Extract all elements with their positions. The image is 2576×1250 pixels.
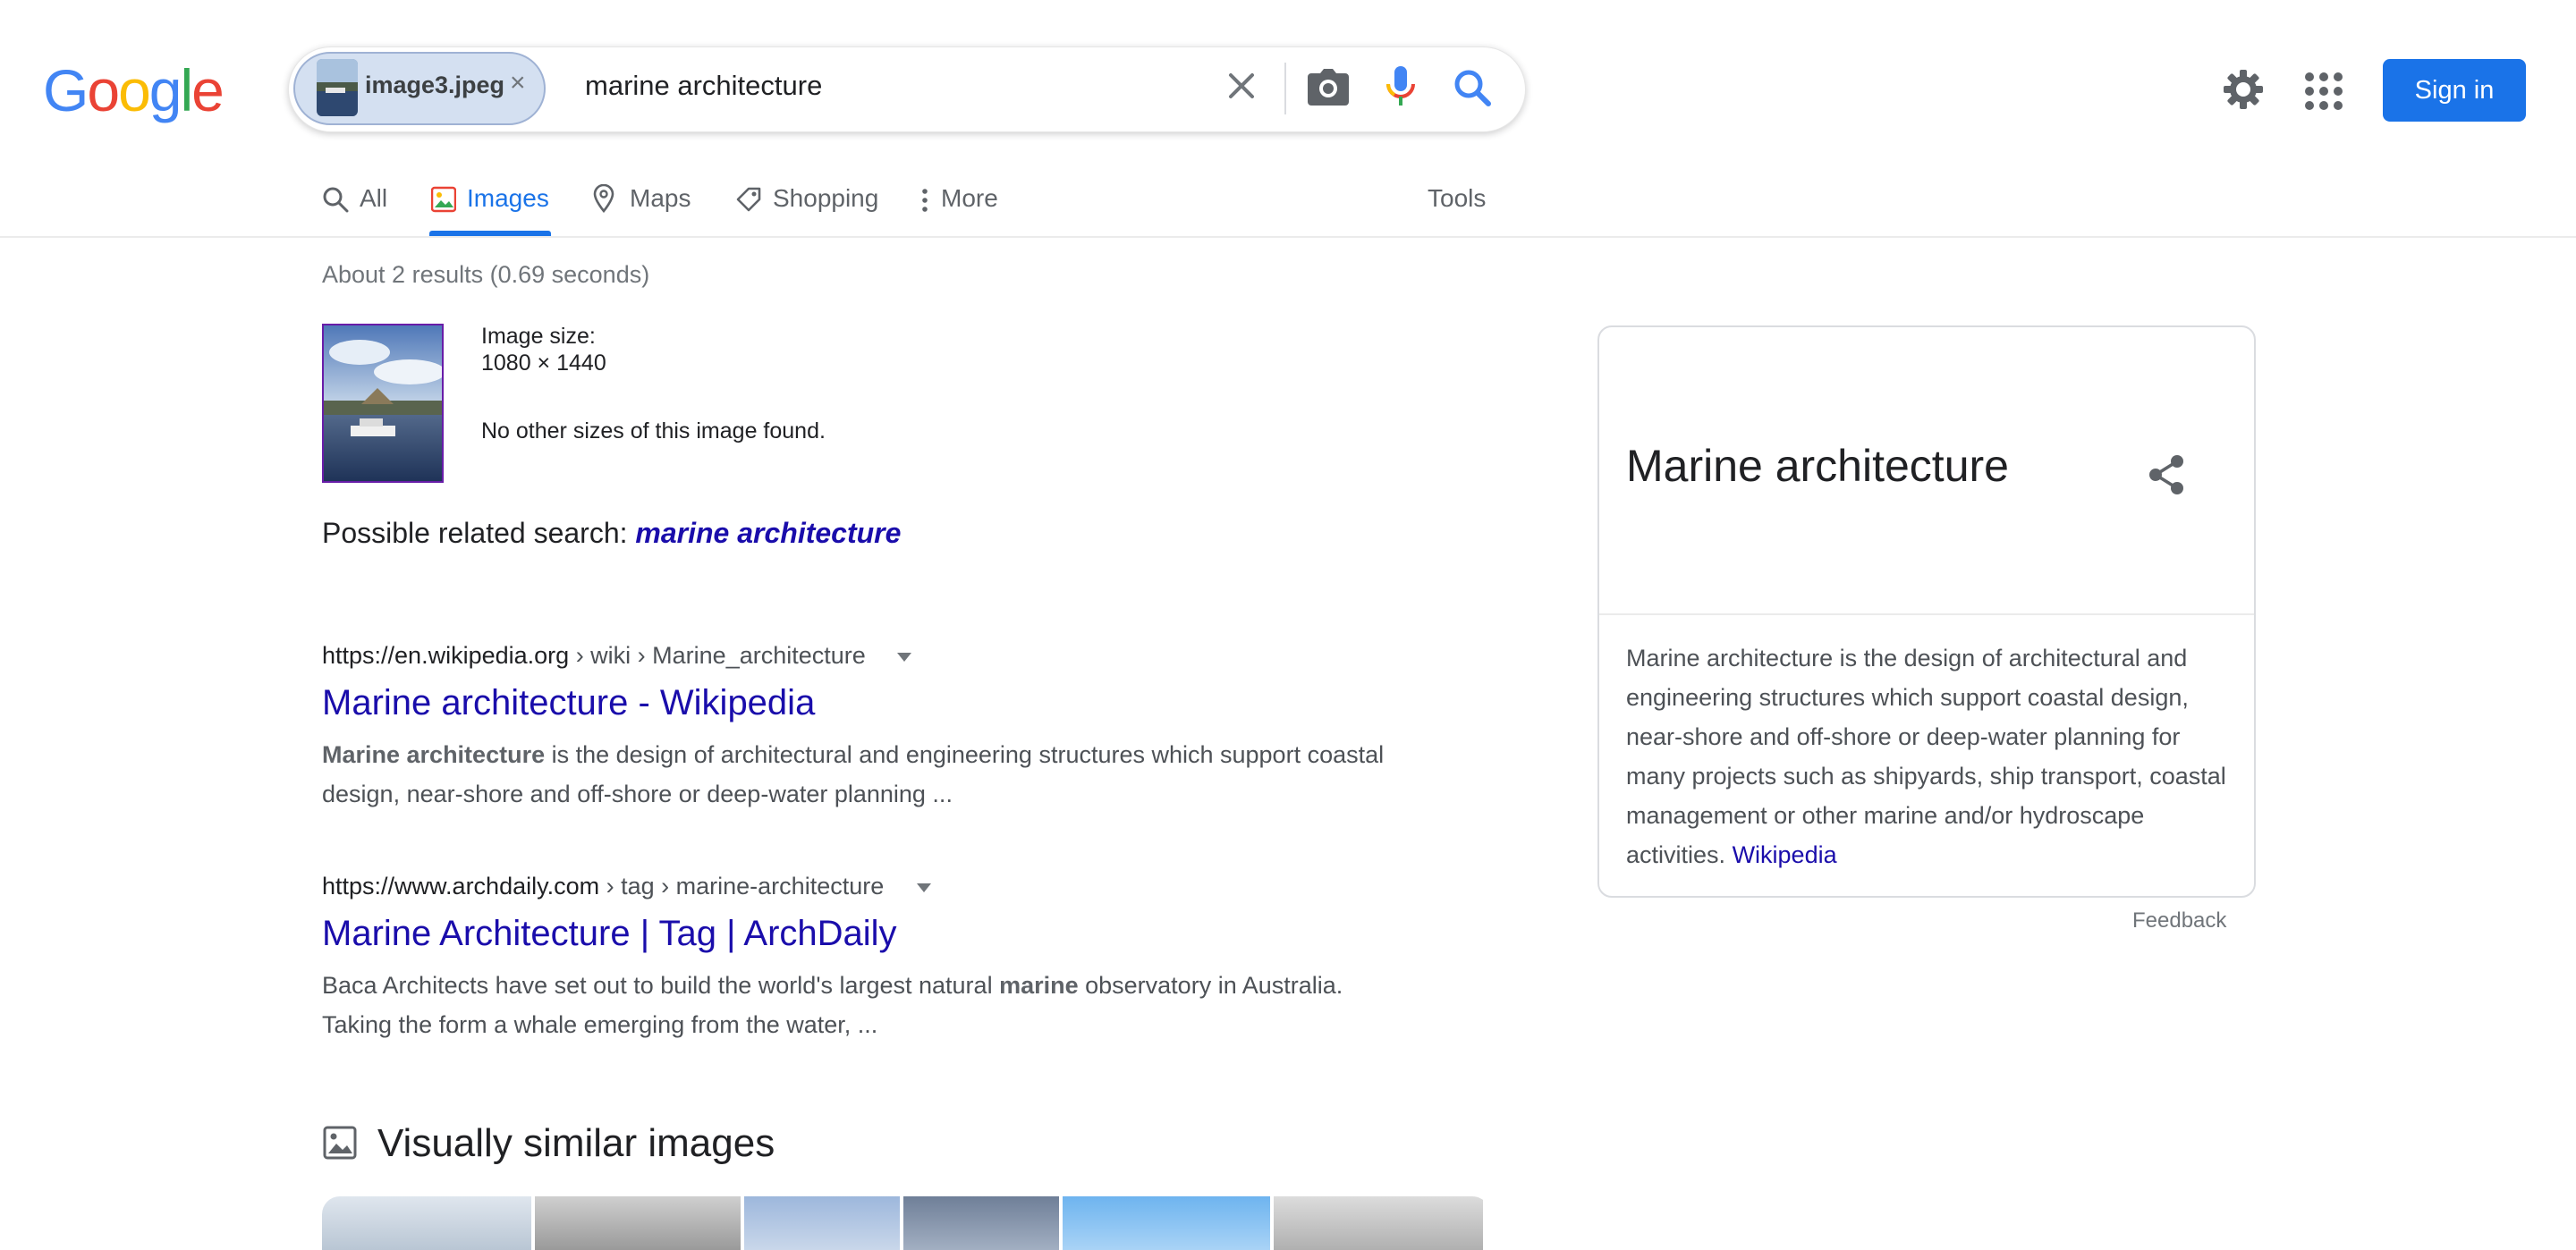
logo-letter: o (118, 57, 151, 123)
logo-letter: e (191, 57, 225, 123)
similar-image[interactable] (903, 1196, 1059, 1250)
tab-label: More (941, 184, 998, 212)
header-divider (0, 236, 2576, 238)
search-icon (322, 186, 349, 219)
wikipedia-link[interactable]: Wikipedia (1733, 841, 1837, 868)
result-snippet: Marine architecture is the design of arc… (322, 735, 1395, 814)
logo-letter: o (87, 57, 120, 123)
tab-label: Maps (630, 184, 691, 212)
knowledge-panel-divider (1599, 613, 2254, 615)
description-text: Marine architecture is the design of arc… (1626, 645, 2226, 868)
result-domain: https://en.wikipedia.org (322, 642, 570, 669)
knowledge-panel-title: Marine architecture (1626, 441, 2009, 491)
tab-label: All (360, 184, 388, 212)
logo-letter: l (180, 57, 194, 123)
result-domain: https://www.archdaily.com (322, 873, 600, 899)
sign-in-button[interactable]: Sign in (2383, 59, 2526, 122)
query-image-thumbnail[interactable] (322, 324, 444, 483)
map-pin-icon (592, 183, 615, 219)
result-url[interactable]: https://en.wikipedia.org › wiki › Marine… (322, 642, 866, 670)
image-icon (430, 186, 457, 219)
tools-label: Tools (1428, 184, 1487, 212)
similar-images-strip[interactable] (322, 1196, 1490, 1250)
tab-label: Images (467, 184, 549, 212)
image-size-label: Image size: (481, 324, 596, 349)
logo-letter: G (43, 57, 89, 123)
caret-down-icon[interactable] (916, 882, 932, 898)
result-title-link[interactable]: Marine architecture - Wikipedia (322, 683, 815, 723)
related-search-link[interactable]: marine architecture (635, 517, 901, 549)
result-title-link[interactable]: Marine Architecture | Tag | ArchDaily (322, 914, 897, 954)
knowledge-panel-description: Marine architecture is the design of arc… (1626, 638, 2234, 874)
result-snippet: Baca Architects have set out to build th… (322, 966, 1395, 1044)
snippet-text: Baca Architects have set out to build th… (322, 972, 1000, 999)
search-submit-icon[interactable] (1453, 68, 1492, 107)
more-vert-icon (921, 188, 928, 219)
snippet-highlight: marine (999, 972, 1079, 999)
settings-gear-icon[interactable] (2222, 68, 2265, 111)
image-chip-thumbnail (317, 59, 358, 116)
search-divider (1284, 63, 1286, 114)
result-stats: About 2 results (0.69 seconds) (322, 261, 650, 288)
no-other-sizes-text: No other sizes of this image found. (481, 418, 826, 443)
search-input[interactable]: marine architecture (585, 70, 822, 102)
image-icon (322, 1125, 358, 1161)
result-url[interactable]: https://www.archdaily.com › tag › marine… (322, 873, 884, 900)
similar-image[interactable] (322, 1196, 531, 1250)
camera-icon[interactable] (1308, 68, 1349, 106)
result-breadcrumb: › tag › marine-architecture (606, 873, 885, 899)
logo-letter: g (148, 57, 182, 123)
feedback-link[interactable]: Feedback (2132, 908, 2226, 933)
related-search-prefix: Possible related search: (322, 517, 628, 549)
microphone-icon[interactable] (1383, 64, 1419, 109)
similar-image[interactable] (1063, 1196, 1270, 1250)
result-breadcrumb: › wiki › Marine_architecture (575, 642, 866, 669)
share-icon[interactable] (2147, 454, 2186, 495)
google-logo[interactable]: Google (43, 57, 225, 123)
related-search: Possible related search: marine architec… (322, 517, 901, 550)
caret-down-icon[interactable] (896, 651, 912, 667)
tag-icon (735, 186, 762, 219)
similar-image[interactable] (535, 1196, 741, 1250)
tab-label: Shopping (773, 184, 879, 212)
image-chip-label: image3.jpeg (365, 72, 505, 98)
visually-similar-heading: Visually similar images (377, 1121, 775, 1165)
clear-icon[interactable] (1224, 68, 1259, 104)
similar-image[interactable] (744, 1196, 900, 1250)
apps-grid-icon[interactable] (2304, 72, 2343, 111)
similar-image[interactable] (1274, 1196, 1483, 1250)
snippet-highlight: Marine architecture (322, 741, 546, 768)
image-size-value: 1080 × 1440 (481, 351, 606, 376)
remove-image-icon[interactable]: × (510, 68, 526, 98)
